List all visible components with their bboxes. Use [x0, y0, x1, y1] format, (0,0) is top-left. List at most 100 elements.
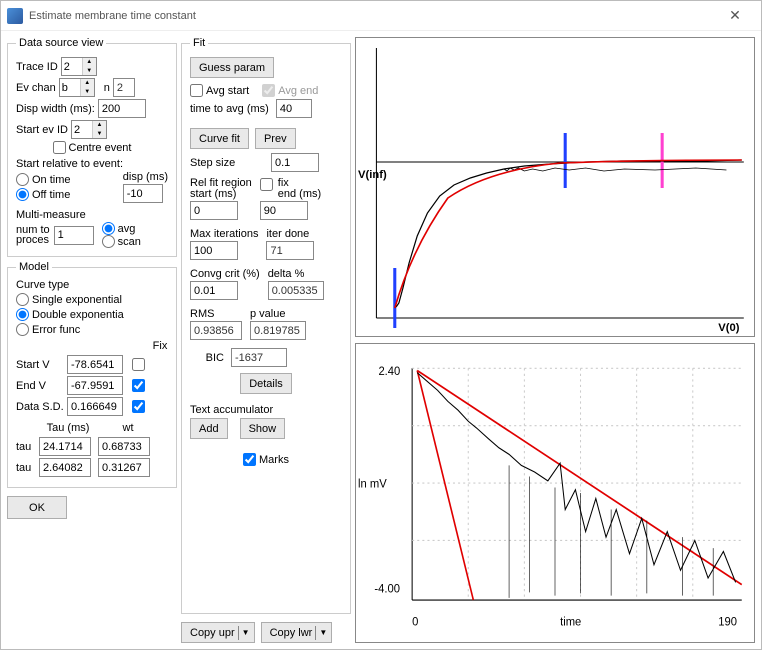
disp-width-input[interactable] — [98, 99, 146, 118]
close-button[interactable]: ✕ — [715, 2, 755, 30]
error-func-radio[interactable]: Error func — [16, 323, 80, 336]
ev-chan-input[interactable] — [60, 79, 80, 96]
spin-up-icon[interactable]: ▲ — [93, 121, 106, 130]
max-iter-input[interactable] — [190, 241, 238, 260]
double-exp-radio[interactable]: Double exponentia — [16, 308, 124, 321]
start-v-label: Start V — [16, 359, 64, 371]
copy-lwr-button[interactable]: Copy lwr▼ — [261, 622, 333, 643]
data-sd-fix-check[interactable] — [132, 400, 145, 413]
trace-id-input[interactable] — [62, 58, 82, 75]
ok-button[interactable]: OK — [7, 496, 67, 519]
wt2-input[interactable] — [98, 458, 150, 477]
tau2-input[interactable] — [39, 458, 91, 477]
max-iter-label: Max iterations — [190, 228, 258, 240]
details-button[interactable]: Details — [240, 373, 292, 394]
avg-radio[interactable]: avg — [102, 222, 136, 235]
add-button[interactable]: Add — [190, 418, 228, 439]
tau-header: Tau (ms) — [40, 422, 96, 434]
curve-type-label: Curve type — [16, 279, 168, 291]
convg-crit-input[interactable] — [190, 281, 238, 300]
fix-end-input[interactable] — [260, 201, 308, 220]
wt-header: wt — [100, 422, 156, 434]
text-accum-label: Text accumulator — [190, 404, 342, 416]
single-exp-radio[interactable]: Single exponential — [16, 293, 122, 306]
ev-chan-spinner[interactable]: ▲▼ — [59, 78, 95, 97]
show-button[interactable]: Show — [240, 418, 286, 439]
model-legend: Model — [16, 261, 52, 273]
chevron-down-icon: ▼ — [242, 628, 250, 637]
data-source-legend: Data source view — [16, 37, 106, 49]
chevron-down-icon: ▼ — [319, 628, 327, 637]
guess-param-button[interactable]: Guess param — [190, 57, 274, 78]
split-line — [238, 626, 239, 640]
svg-text:190: 190 — [718, 615, 737, 628]
end-v-fix-check[interactable] — [132, 379, 145, 392]
delta-output — [268, 281, 324, 300]
prev-button[interactable]: Prev — [255, 128, 296, 149]
start-ev-id-input[interactable] — [72, 121, 92, 138]
copy-upr-button[interactable]: Copy upr▼ — [181, 622, 255, 643]
model-group: Model Curve type Single exponential Doub… — [7, 261, 177, 488]
bic-label: BIC — [190, 352, 224, 364]
svg-text:ln mV: ln mV — [358, 477, 387, 490]
spin-down-icon[interactable]: ▼ — [81, 88, 94, 97]
trace-id-spinner[interactable]: ▲▼ — [61, 57, 97, 76]
spin-up-icon[interactable]: ▲ — [81, 79, 94, 88]
end-v-label: End V — [16, 380, 64, 392]
end-v-input[interactable] — [67, 376, 123, 395]
rel-fit-start-input[interactable] — [190, 201, 238, 220]
rms-label: RMS — [190, 308, 242, 320]
step-size-input[interactable] — [271, 153, 319, 172]
svg-text:V(0): V(0) — [718, 322, 740, 334]
centre-event-check[interactable]: Centre event — [53, 141, 132, 154]
start-rel-label: Start relative to event: — [16, 158, 168, 170]
scan-radio[interactable]: scan — [102, 235, 141, 248]
tau1-label: tau — [16, 441, 36, 453]
disp-width-label: Disp width (ms): — [16, 103, 95, 115]
n-input[interactable] — [113, 78, 135, 97]
num-proc-input[interactable] — [54, 226, 94, 245]
trace-id-label: Trace ID — [16, 61, 58, 73]
on-time-radio[interactable]: On time — [16, 173, 71, 186]
step-size-label: Step size — [190, 157, 268, 169]
start-ev-id-spinner[interactable]: ▲▼ — [71, 120, 107, 139]
svg-text:0: 0 — [412, 615, 419, 628]
time-to-avg-input[interactable] — [276, 99, 312, 118]
convg-crit-label: Convg crit (%) — [190, 268, 260, 280]
window-title: Estimate membrane time constant — [29, 10, 715, 22]
spin-down-icon[interactable]: ▼ — [83, 67, 96, 76]
iter-done-output — [266, 241, 314, 260]
start-v-fix-check[interactable] — [132, 358, 145, 371]
off-time-radio[interactable]: Off time — [16, 188, 70, 201]
n-label: n — [104, 82, 110, 94]
spin-down-icon[interactable]: ▼ — [93, 130, 106, 139]
curve-fit-button[interactable]: Curve fit — [190, 128, 249, 149]
app-icon — [7, 8, 23, 24]
upper-chart[interactable]: V(inf) V(0) — [355, 37, 755, 337]
fit-group: Fit Guess param Avg start Avg end time t… — [181, 37, 351, 614]
lower-chart[interactable]: 2.40 ln mV -4.00 0 time 190 — [355, 343, 755, 643]
start-v-input[interactable] — [67, 355, 123, 374]
disp-ms-input[interactable] — [123, 184, 163, 203]
svg-text:time: time — [560, 615, 581, 628]
tau1-input[interactable] — [39, 437, 91, 456]
disp-ms-label: disp (ms) — [123, 171, 168, 183]
bic-output — [231, 348, 287, 367]
pval-output — [250, 321, 306, 340]
split-line — [315, 626, 316, 640]
fix-end-check[interactable] — [260, 178, 273, 191]
data-sd-input[interactable] — [67, 397, 123, 416]
time-to-avg-label: time to avg (ms) — [190, 103, 269, 115]
wt1-input[interactable] — [98, 437, 150, 456]
marks-check[interactable]: Marks — [243, 453, 289, 466]
num-proc-label: num toproces — [16, 225, 50, 245]
spin-up-icon[interactable]: ▲ — [83, 58, 96, 67]
fix-header: Fix — [152, 340, 168, 352]
fix-end-label: fixend (ms) — [278, 178, 321, 200]
delta-label: delta % — [268, 268, 324, 280]
svg-text:-4.00: -4.00 — [374, 582, 400, 595]
rms-output — [190, 321, 242, 340]
multi-measure-label: Multi-measure — [16, 209, 168, 221]
avg-start-check[interactable]: Avg start — [190, 84, 249, 97]
data-sd-label: Data S.D. — [16, 401, 64, 413]
